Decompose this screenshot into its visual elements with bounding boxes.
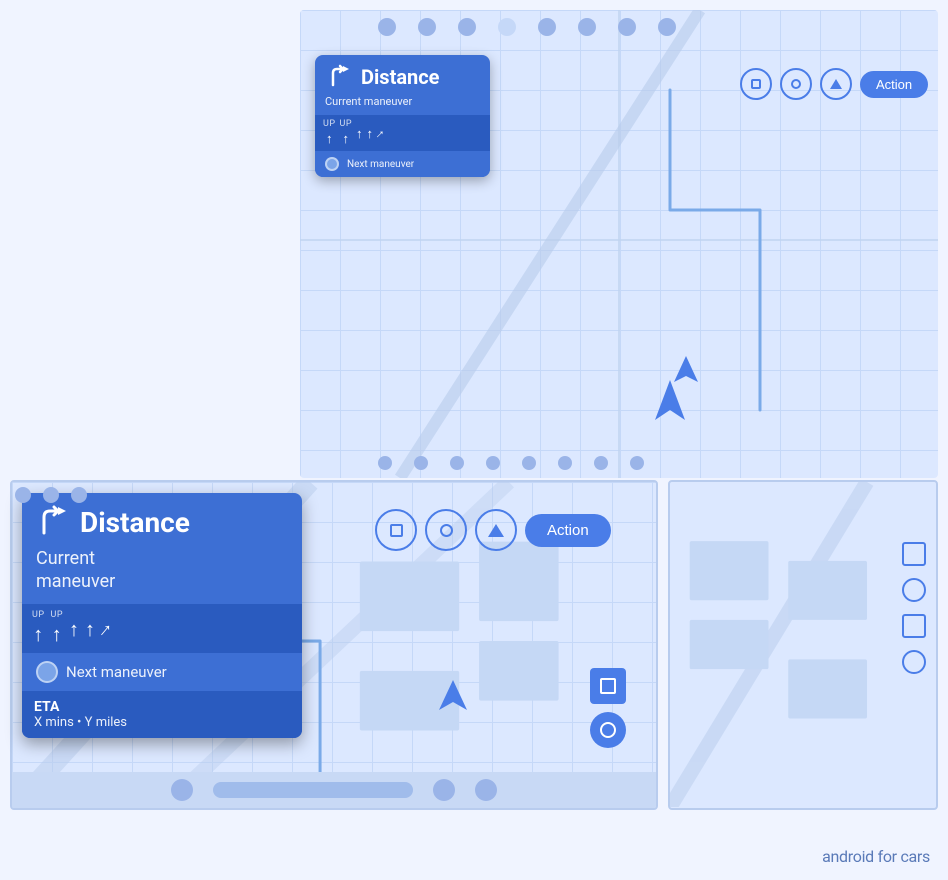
right-panel (668, 480, 938, 810)
action-bar-large: Action (375, 509, 611, 551)
sys-dot-3 (458, 18, 476, 36)
right-float-circle-1[interactable] (902, 578, 926, 602)
large-top-dot-3 (71, 487, 87, 503)
next-maneuver-large: Next maneuver (22, 653, 302, 691)
sys-dot-bot-5 (522, 456, 536, 470)
distance-small: Distance (361, 65, 439, 89)
action-bar-small: Action (740, 68, 928, 100)
lane-guidance-large: UP ↑ UP ↑ ↑ ↑ ↑ (22, 604, 302, 653)
sys-dot-8 (658, 18, 676, 36)
sys-dot-2 (418, 18, 436, 36)
triangle-icon-small (830, 79, 842, 89)
turn-icon-small (325, 63, 353, 91)
sys-dot-5 (538, 18, 556, 36)
sys-dot-bot-3 (450, 456, 464, 470)
bottom-dot-2 (433, 779, 455, 801)
large-lane-item-1: UP ↑ (32, 610, 45, 647)
next-maneuver-small: Next maneuver (315, 151, 490, 177)
lane-guidance-small: UP ↑ UP ↑ ↑ ↑ ↑ (315, 115, 490, 151)
action-square-btn-large[interactable] (375, 509, 417, 551)
map-overlay-square-btn[interactable] (590, 668, 626, 704)
large-top-dot-1 (15, 487, 31, 503)
nav-card-large: Distance Currentmaneuver UP ↑ UP ↑ ↑ ↑ ↑… (22, 493, 302, 738)
brand-text: android for cars (822, 847, 930, 866)
lane-item-5: ↑ (377, 124, 384, 142)
circle-icon-large (440, 524, 453, 537)
action-square-btn-small[interactable] (740, 68, 772, 100)
lane-item-2: UP ↑ (340, 119, 353, 147)
action-label-small[interactable]: Action (860, 71, 928, 98)
circle-inner-icon (600, 722, 616, 738)
map-overlay-circle-btn[interactable] (590, 712, 626, 748)
lane-item-3: ↑ (356, 124, 363, 142)
sys-dot-bot-1 (378, 456, 392, 470)
lane-item-1: UP ↑ (323, 119, 336, 147)
current-maneuver-small: Current maneuver (315, 95, 490, 115)
triangle-icon-large (488, 524, 504, 537)
next-dot-large (36, 661, 58, 683)
eta-bar: ETA X mins • Y miles (22, 691, 302, 738)
action-triangle-btn-large[interactable] (475, 509, 517, 551)
bottom-dot-1 (171, 779, 193, 801)
nav-card-small-header: Distance (315, 55, 490, 95)
current-maneuver-large: Currentmaneuver (22, 547, 302, 604)
bottom-dot-3 (475, 779, 497, 801)
sys-dot-7 (618, 18, 636, 36)
sys-dot-1 (378, 18, 396, 36)
large-lane-item-5: ↑ (101, 615, 111, 642)
square-icon-large (390, 524, 403, 537)
action-circle-btn-large[interactable] (425, 509, 467, 551)
large-top-dot-2 (43, 487, 59, 503)
action-circle-btn-small[interactable] (780, 68, 812, 100)
nav-arrow-large (433, 676, 473, 720)
eta-title: ETA (34, 699, 290, 715)
brand-suffix: for cars (878, 847, 930, 866)
sys-dot-bot-7 (594, 456, 608, 470)
square-inner-icon (600, 678, 616, 694)
large-lane-item-2: UP ↑ (51, 610, 64, 647)
large-lane-item-3: ↑ (69, 615, 79, 642)
large-lane-item-4: ↑ (85, 615, 95, 642)
large-map-bottom-bar (12, 772, 656, 808)
sys-dot-bot-2 (414, 456, 428, 470)
sys-dot-6 (578, 18, 596, 36)
sys-dot-bot-4 (486, 456, 500, 470)
brand-name: android (822, 847, 874, 866)
right-float-square-2[interactable] (902, 614, 926, 638)
sys-dot-bot-6 (558, 456, 572, 470)
bottom-pill (213, 782, 413, 798)
next-maneuver-text-large: Next maneuver (66, 663, 167, 681)
turn-icon-large (34, 503, 72, 541)
sys-dot-bot-8 (630, 456, 644, 470)
nav-arrow-small (668, 352, 704, 392)
nav-card-small: Distance Current maneuver UP ↑ UP ↑ ↑ ↑ … (315, 55, 490, 177)
next-maneuver-text-small: Next maneuver (347, 159, 414, 170)
sys-dot-4 (498, 18, 516, 36)
circle-icon-small (791, 79, 801, 89)
square-icon-small (751, 79, 761, 89)
eta-details: X mins • Y miles (34, 715, 290, 730)
action-triangle-btn-small[interactable] (820, 68, 852, 100)
action-label-large[interactable]: Action (525, 514, 611, 547)
lane-item-4: ↑ (367, 124, 374, 142)
distance-large: Distance (80, 506, 190, 539)
right-float-square-1[interactable] (902, 542, 926, 566)
right-float-circle-2[interactable] (902, 650, 926, 674)
next-dot-small (325, 157, 339, 171)
